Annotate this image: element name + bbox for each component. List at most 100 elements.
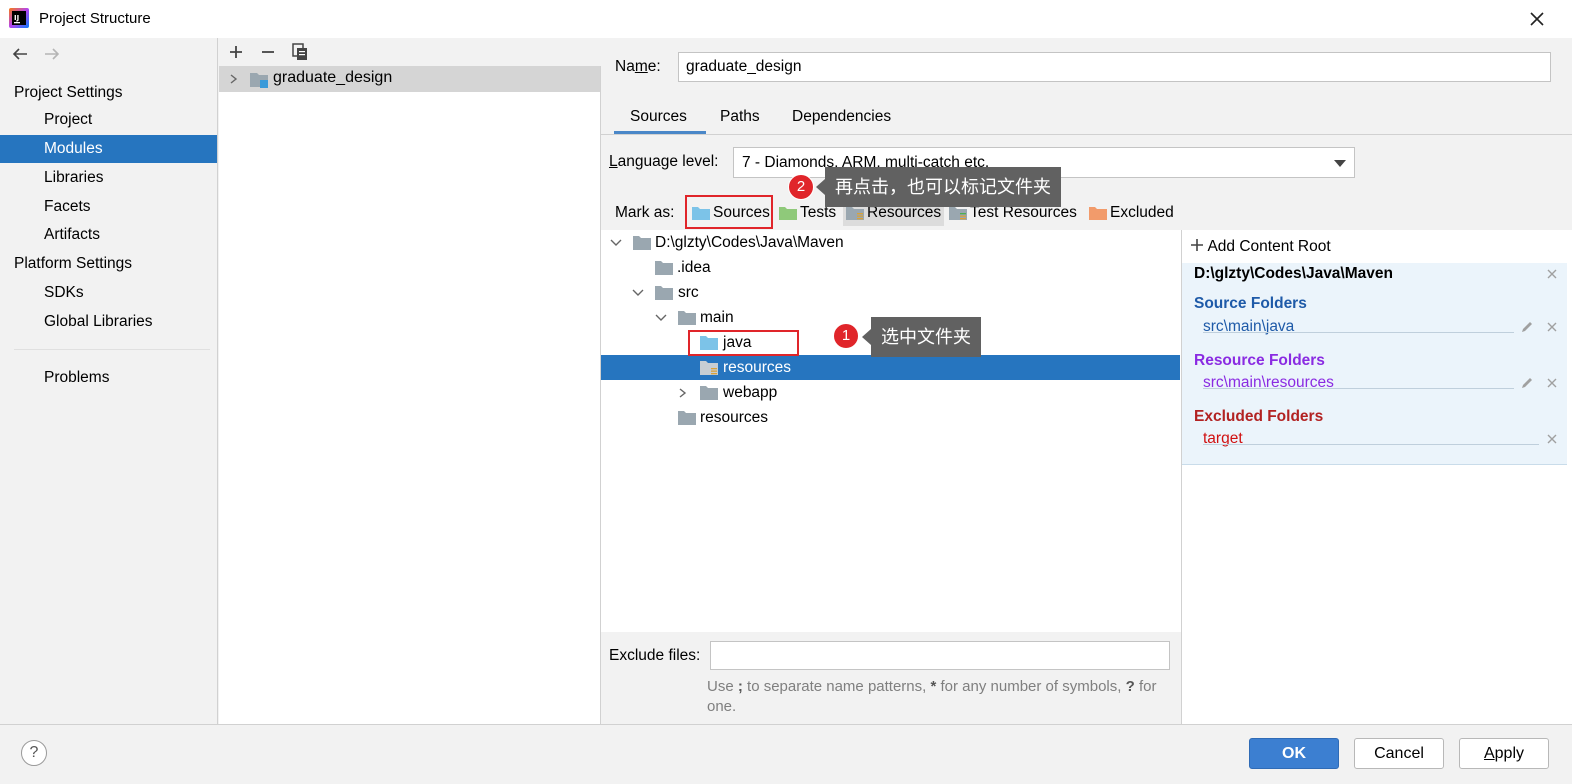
source-folder-path: src\main\java <box>1203 318 1295 335</box>
chevron-down-icon[interactable] <box>655 313 667 323</box>
back-arrow-icon[interactable] <box>9 43 31 65</box>
add-content-root-label: Add Content Root <box>1207 238 1331 255</box>
tree-row-idea[interactable]: .idea <box>601 255 1180 280</box>
content-root-path: D:\glzty\Codes\Java\Maven <box>1194 265 1393 282</box>
project-settings-header: Project Settings <box>14 84 123 101</box>
annotation-step-badge: 2 <box>788 174 814 200</box>
folder-icon <box>655 286 673 300</box>
ok-button[interactable]: OK <box>1249 738 1339 769</box>
callout-tip <box>862 329 871 345</box>
resource-folder-path: src\main\resources <box>1203 374 1334 391</box>
folder-underline <box>1203 388 1514 389</box>
folder-icon <box>678 311 696 325</box>
svg-text:IJ: IJ <box>14 14 19 22</box>
add-icon[interactable] <box>225 41 247 63</box>
callout-tip <box>816 179 825 195</box>
remove-folder-icon[interactable] <box>1545 320 1559 334</box>
add-icon <box>1191 239 1203 251</box>
tabs-divider <box>601 134 1572 135</box>
tree-label: src <box>678 284 699 301</box>
folder-icon <box>633 236 651 250</box>
tree-row-src[interactable]: src <box>601 280 1180 305</box>
tree-row-main-resources[interactable]: resources <box>601 355 1180 380</box>
remove-icon[interactable] <box>257 41 279 63</box>
tree-label: .idea <box>677 259 711 276</box>
folder-underline <box>1203 444 1539 445</box>
mark-excluded-button[interactable]: Excluded <box>1086 200 1174 226</box>
exclude-files-label: Exclude files: <box>609 647 701 664</box>
annotation-step-badge: 1 <box>833 323 859 349</box>
tab-paths[interactable]: Paths <box>720 108 760 126</box>
sidebar-item-artifacts[interactable]: Artifacts <box>0 221 217 249</box>
sidebar-item-sdks[interactable]: SDKs <box>0 279 217 307</box>
exclude-files-input[interactable] <box>710 641 1170 670</box>
intellij-app-icon: IJ <box>9 8 29 28</box>
edit-icon[interactable] <box>1520 376 1534 390</box>
sidebar-item-global-libraries[interactable]: Global Libraries <box>0 308 217 336</box>
dropdown-arrow-icon[interactable] <box>1334 158 1346 168</box>
annotation-highlight-sources <box>685 195 773 229</box>
forward-arrow-icon[interactable] <box>41 43 63 65</box>
excluded-folders-title: Excluded Folders <box>1194 408 1324 425</box>
folder-icon <box>655 261 673 275</box>
resources-folder-icon <box>700 361 718 375</box>
excluded-folder-path: target <box>1203 430 1243 447</box>
tree-row-resources[interactable]: resources <box>601 405 1180 430</box>
exclude-files-help: Use ; to separate name patterns, * for a… <box>707 677 1177 717</box>
tree-row-webapp[interactable]: webapp <box>601 380 1180 405</box>
folder-underline <box>1203 332 1514 333</box>
chevron-right-icon[interactable] <box>228 74 240 84</box>
excluded-folder-icon <box>1089 207 1107 220</box>
sidebar-item-modules[interactable]: Modules <box>0 135 217 163</box>
cancel-button[interactable]: Cancel <box>1354 738 1444 769</box>
mark-excluded-label: Excluded <box>1110 204 1174 221</box>
sidebar-item-problems[interactable]: Problems <box>0 364 217 392</box>
tree-label: resources <box>700 409 769 426</box>
sidebar-item-libraries[interactable]: Libraries <box>0 164 217 192</box>
name-label: Name: <box>615 58 661 75</box>
window-title: Project Structure <box>39 10 151 27</box>
folder-icon <box>678 411 696 425</box>
remove-folder-icon[interactable] <box>1545 376 1559 390</box>
chevron-down-icon[interactable] <box>632 288 644 298</box>
edit-icon[interactable] <box>1520 320 1534 334</box>
platform-settings-header: Platform Settings <box>14 255 133 272</box>
module-row[interactable]: graduate_design <box>219 66 600 92</box>
tree-label: main <box>700 309 734 326</box>
annotation-callout: 再点击，也可以标记文件夹 <box>825 167 1061 207</box>
tree-label: webapp <box>723 384 778 401</box>
mark-as-label: Mark as: <box>615 204 675 221</box>
close-icon[interactable] <box>1526 8 1548 30</box>
annotation-highlight-java <box>688 330 799 356</box>
resource-folders-title: Resource Folders <box>1194 352 1325 369</box>
source-folders-title: Source Folders <box>1194 295 1307 312</box>
add-content-root-button[interactable]: Add Content Root <box>1190 238 1331 256</box>
tree-label: D:\glzty\Codes\Java\Maven <box>655 234 844 251</box>
help-button[interactable]: ? <box>21 740 47 766</box>
tab-dependencies[interactable]: Dependencies <box>792 108 891 126</box>
folder-icon <box>700 386 718 400</box>
module-name-input[interactable]: graduate_design <box>678 52 1551 82</box>
resources-folder-icon <box>846 207 864 220</box>
tree-label: resources <box>723 359 792 376</box>
remove-folder-icon[interactable] <box>1545 432 1559 446</box>
tab-sources[interactable]: Sources <box>630 108 687 126</box>
test-resources-folder-icon <box>949 207 967 220</box>
remove-root-icon[interactable] <box>1545 267 1559 281</box>
module-name: graduate_design <box>273 69 393 86</box>
chevron-down-icon[interactable] <box>610 238 622 248</box>
apply-button[interactable]: Apply <box>1459 738 1549 769</box>
tests-folder-icon <box>779 207 797 220</box>
sidebar-item-project[interactable]: Project <box>0 106 217 134</box>
help-text: to separate name patterns, <box>747 678 927 695</box>
help-text: * <box>930 678 937 695</box>
tree-row-root[interactable]: D:\glzty\Codes\Java\Maven <box>601 230 1180 255</box>
annotation-callout: 选中文件夹 <box>871 317 981 357</box>
modules-list-panel <box>219 38 601 724</box>
chevron-right-icon[interactable] <box>677 388 689 398</box>
sidebar-divider <box>14 349 210 350</box>
copy-icon[interactable] <box>289 41 311 63</box>
module-folder-icon <box>250 73 268 88</box>
language-level-label: Language level: <box>609 153 719 170</box>
sidebar-item-facets[interactable]: Facets <box>0 193 217 221</box>
